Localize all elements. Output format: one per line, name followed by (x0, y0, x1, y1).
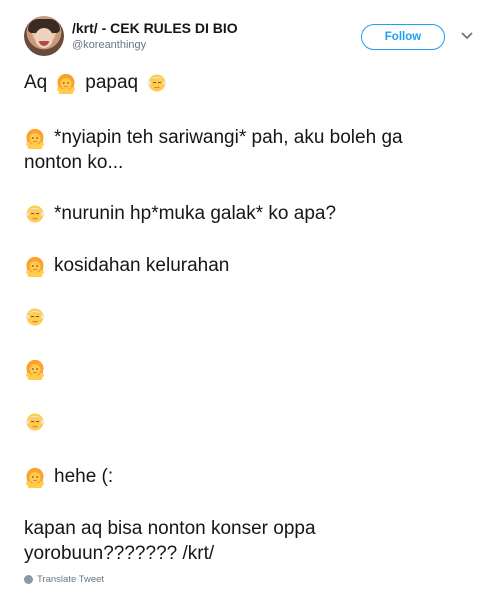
tweet-text-line8: hehe (: (54, 466, 114, 487)
older-man-emoji-icon (24, 411, 46, 433)
tweet-text-line2a: *nyiapin teh sariwangi* pah, aku boleh g… (54, 127, 403, 148)
person-raising-hand-emoji-icon (55, 72, 77, 94)
tweet-text-papaq: papaq (85, 72, 139, 93)
person-raising-hand-emoji-icon (24, 466, 46, 488)
chevron-down-icon[interactable] (460, 29, 474, 43)
tweet-text-line4: kosidahan kelurahan (54, 255, 230, 276)
user-handle[interactable]: @koreanthingy (72, 39, 146, 51)
tweet-line-2: *nyiapin teh sariwangi* pah, aku boleh g… (24, 125, 403, 150)
translate-tweet-link[interactable]: Translate Tweet (24, 574, 104, 585)
older-man-emoji-icon (146, 72, 168, 94)
tweet-text-line3: *nurunin hp*muka galak* ko apa? (54, 203, 337, 224)
tweet-line-4: kosidahan kelurahan (24, 253, 229, 278)
tweet-line-6 (24, 358, 46, 380)
follow-button[interactable]: Follow (361, 24, 445, 50)
tweet-text-aq: Aq (24, 72, 48, 93)
tweet-text-line2b: nonton ko... (24, 152, 124, 173)
tweet-line-9: kapan aq bisa nonton konser oppa (24, 516, 316, 541)
older-man-emoji-icon (24, 306, 46, 328)
avatar[interactable] (24, 16, 64, 56)
tweet-line-3: *nurunin hp*muka galak* ko apa? (24, 201, 336, 226)
tweet-line-1: Aq papaq (24, 70, 168, 95)
tweet-line-7 (24, 411, 46, 433)
person-raising-hand-emoji-icon (24, 255, 46, 277)
globe-icon (24, 575, 33, 584)
tweet-line-2b: nonton ko... (24, 150, 123, 175)
person-raising-hand-emoji-icon (24, 358, 46, 380)
tweet-text-line9a: kapan aq bisa nonton konser oppa (24, 518, 316, 539)
tweet-line-9b: yorobuun??????? /krt/ (24, 541, 214, 566)
tweet-line-5 (24, 306, 46, 328)
translate-tweet-label[interactable]: Translate Tweet (37, 574, 104, 585)
display-name[interactable]: /krt/ - CEK RULES DI BIO (72, 20, 238, 36)
older-man-emoji-icon (24, 203, 46, 225)
tweet-text-line9b: yorobuun??????? /krt/ (24, 543, 215, 564)
tweet-header: /krt/ - CEK RULES DI BIO @koreanthingy F… (24, 14, 474, 62)
person-raising-hand-emoji-icon (24, 127, 46, 149)
tweet-line-8: hehe (: (24, 464, 113, 489)
